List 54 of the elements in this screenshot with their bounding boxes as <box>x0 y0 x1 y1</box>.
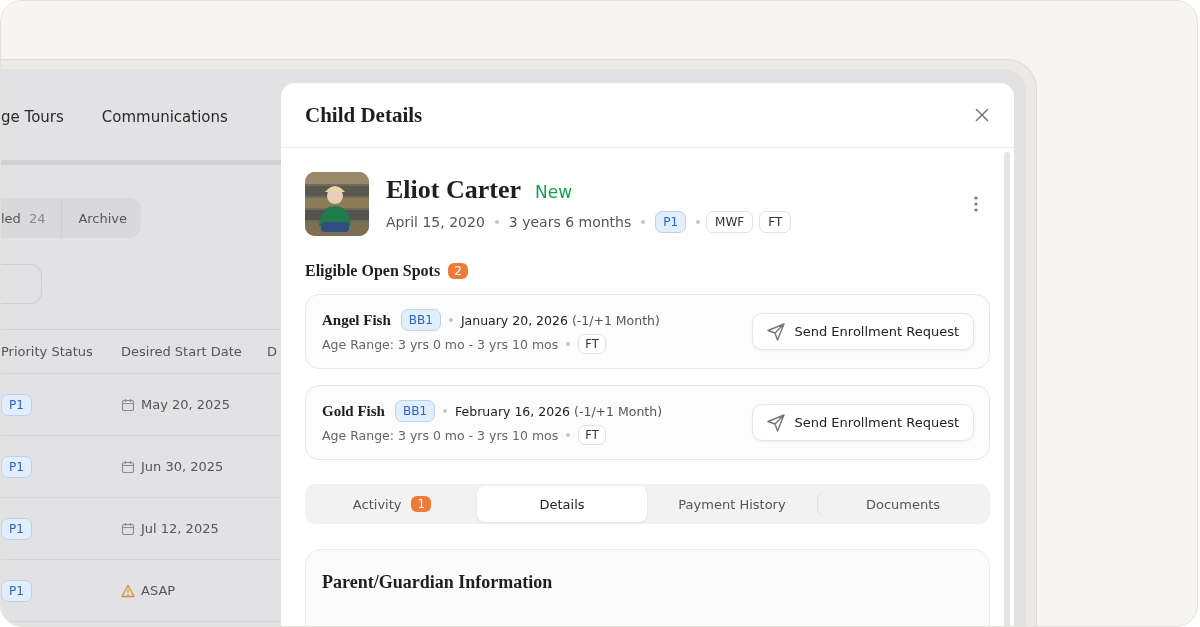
tag: FT <box>578 425 606 445</box>
table-cell: Jul 12, 2025 <box>141 521 219 536</box>
tag: FT <box>578 334 606 354</box>
column-header: Desired Start Date <box>121 344 243 359</box>
priority-badge: P1 <box>655 211 687 233</box>
send-icon <box>766 413 785 432</box>
start-date: January 20, 2026 (-1/+1 Month) <box>460 312 660 328</box>
start-date: February 16, 2026 (-1/+1 Month) <box>455 403 663 419</box>
table-cell: May 20, 2025 <box>141 397 230 412</box>
status-label: New <box>535 182 573 202</box>
priority-badge: P1 <box>1 455 32 478</box>
count-badge: 2 <box>448 263 468 279</box>
tab[interactable]: Details <box>477 486 647 522</box>
nav-tab[interactable]: Communications <box>101 107 228 126</box>
table-cell: Jun 30, 2025 <box>141 459 224 474</box>
nav-tab[interactable]: ge Tours <box>1 107 64 126</box>
segment-tab[interactable]: led 24 <box>1 198 62 238</box>
separator-dot <box>641 220 646 224</box>
more-icon <box>974 196 978 212</box>
priority-badge: P1 <box>1 517 32 540</box>
age-range: Age Range: 3 yrs 0 mo - 3 yrs 10 mos <box>322 427 559 443</box>
priority-badge: P1 <box>1 393 32 416</box>
separator-dot <box>566 433 571 437</box>
column-header: Priority Status <box>1 344 94 359</box>
column-header: D <box>267 344 278 359</box>
age-text: 3 years 6 months <box>508 214 632 230</box>
age-range: Age Range: 3 yrs 0 mo - 3 yrs 10 mos <box>322 336 559 352</box>
tag: FT <box>759 211 792 233</box>
section-title: Eligible Open Spots <box>305 262 441 280</box>
tab[interactable]: Payment History <box>647 486 817 522</box>
tab[interactable]: Activity 1 <box>307 486 477 522</box>
count-badge: 1 <box>411 496 432 512</box>
separator-dot <box>443 409 448 413</box>
birth-date: April 15, 2020 <box>386 214 485 230</box>
tag: MWF <box>706 211 754 233</box>
tab[interactable]: Documents <box>817 492 988 516</box>
modal-title: Child Details <box>305 102 423 128</box>
scrollbar[interactable] <box>1004 152 1010 626</box>
segment-tab[interactable]: Archive <box>61 198 142 238</box>
child-name: Eliot Carter <box>386 175 521 205</box>
send-request-button[interactable]: Send Enrollment Request <box>751 313 974 350</box>
send-request-button[interactable]: Send Enrollment Request <box>751 404 974 441</box>
separator-dot <box>566 342 571 346</box>
separator-dot <box>448 318 453 322</box>
separator-dot <box>696 220 701 224</box>
room-badge: BB1 <box>400 309 441 331</box>
separator-dot <box>494 220 499 224</box>
table-cell: ASAP <box>141 583 176 598</box>
send-icon <box>766 322 785 341</box>
priority-badge: P1 <box>1 579 32 602</box>
class-name: Angel Fish <box>322 311 391 329</box>
class-name: Gold Fish <box>322 402 385 420</box>
room-badge: BB1 <box>394 400 436 422</box>
section-title: Parent/Guardian Information <box>322 572 554 593</box>
